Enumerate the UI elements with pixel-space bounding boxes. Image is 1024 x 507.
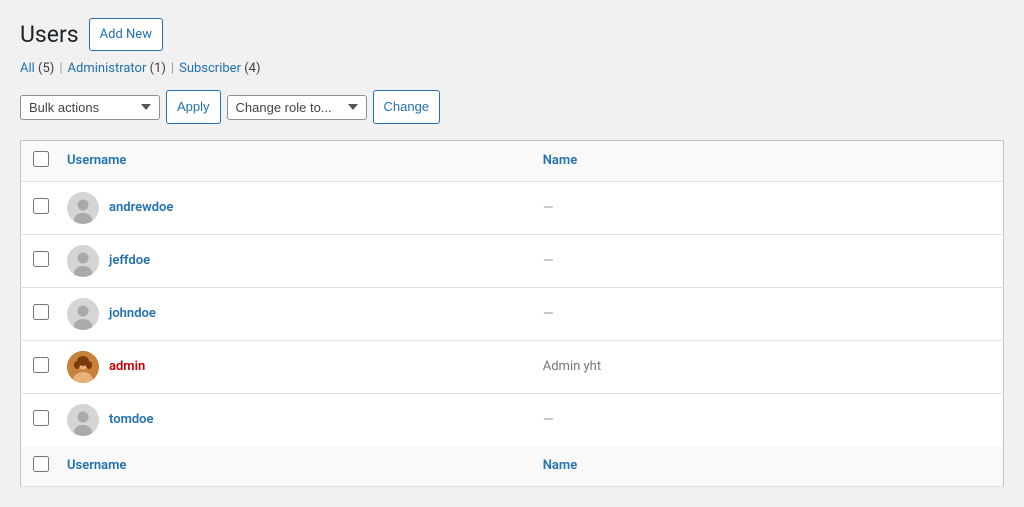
row-checkbox[interactable] [33,357,49,373]
filter-subscriber-link[interactable]: Subscriber [179,61,241,76]
row-checkbox-cell [21,340,56,393]
row-name-cell: — [531,234,1004,287]
check-all-footer [21,446,56,487]
col-name-header: Name [531,140,1004,181]
check-all-checkbox[interactable] [33,151,49,167]
avatar [67,192,99,224]
table-row: tomdoe — [21,393,1004,446]
filter-all-count: (5) [38,61,54,76]
avatar [67,298,99,330]
username-link[interactable]: admin [109,359,145,374]
name-header-label: Name [543,153,577,168]
row-username-cell: andrewdoe [55,181,531,234]
add-new-button[interactable]: Add New [89,18,163,51]
username-header-label: Username [67,153,126,168]
filter-subscriber: Subscriber (4) [179,61,260,76]
row-username-cell: tomdoe [55,393,531,446]
row-username-cell: johndoe [55,287,531,340]
name-value: — [543,253,554,269]
name-value: — [543,412,554,428]
check-all-header [21,140,56,181]
row-checkbox[interactable] [33,304,49,320]
filter-sep-1: | [59,61,62,76]
filter-admin-count: (1) [150,61,166,76]
bulk-actions-select[interactable]: Bulk actions Delete [20,95,160,120]
filter-admin: Administrator (1) [68,61,166,76]
col-name-footer: Name [531,446,1004,487]
row-name-cell: Admin yht [531,340,1004,393]
table-row: jeffdoe — [21,234,1004,287]
page-title: Users [20,21,79,48]
change-button[interactable]: Change [373,90,441,123]
row-username-cell: jeffdoe [55,234,531,287]
name-value: Admin yht [543,359,601,374]
row-checkbox-cell [21,234,56,287]
filter-sep-2: | [171,61,174,76]
check-all-footer-checkbox[interactable] [33,456,49,472]
filter-subscriber-count: (4) [244,61,260,76]
username-link[interactable]: tomdoe [109,412,154,427]
table-row: admin Admin yht [21,340,1004,393]
row-username-cell: admin [55,340,531,393]
col-username-header[interactable]: Username [55,140,531,181]
filter-admin-link[interactable]: Administrator [68,61,147,76]
table-row: andrewdoe — [21,181,1004,234]
avatar [67,245,99,277]
row-checkbox-cell [21,287,56,340]
row-checkbox-cell [21,181,56,234]
name-value: — [543,306,554,322]
row-checkbox[interactable] [33,251,49,267]
name-value: — [543,200,554,216]
page-header: Users Add New [20,18,1004,51]
filter-all: All (5) [20,61,54,76]
username-footer-label: Username [67,458,126,473]
avatar [67,404,99,436]
table-row: johndoe — [21,287,1004,340]
username-link[interactable]: johndoe [109,306,156,321]
filter-nav: All (5) | Administrator (1) | Subscriber… [20,61,1004,76]
username-link[interactable]: andrewdoe [109,200,173,215]
filter-all-link[interactable]: All [20,61,35,76]
row-checkbox-cell [21,393,56,446]
user-rows: andrewdoe — jeffdoe — johndoe — admin Admin … [21,181,1004,446]
name-footer-label: Name [543,458,577,473]
tablenav: Bulk actions Delete Apply Change role to… [20,86,1004,127]
username-link[interactable]: jeffdoe [109,253,150,268]
row-name-cell: — [531,393,1004,446]
users-table: Username Name andrewdoe — jeffdoe — johndo… [20,140,1004,487]
table-header-row: Username Name [21,140,1004,181]
col-username-footer: Username [55,446,531,487]
apply-button[interactable]: Apply [166,90,221,123]
avatar [67,351,99,383]
change-role-select[interactable]: Change role to... Administrator Editor A… [227,95,367,120]
row-name-cell: — [531,181,1004,234]
row-name-cell: — [531,287,1004,340]
row-checkbox[interactable] [33,198,49,214]
row-checkbox[interactable] [33,410,49,426]
table-footer-row: Username Name [21,446,1004,487]
